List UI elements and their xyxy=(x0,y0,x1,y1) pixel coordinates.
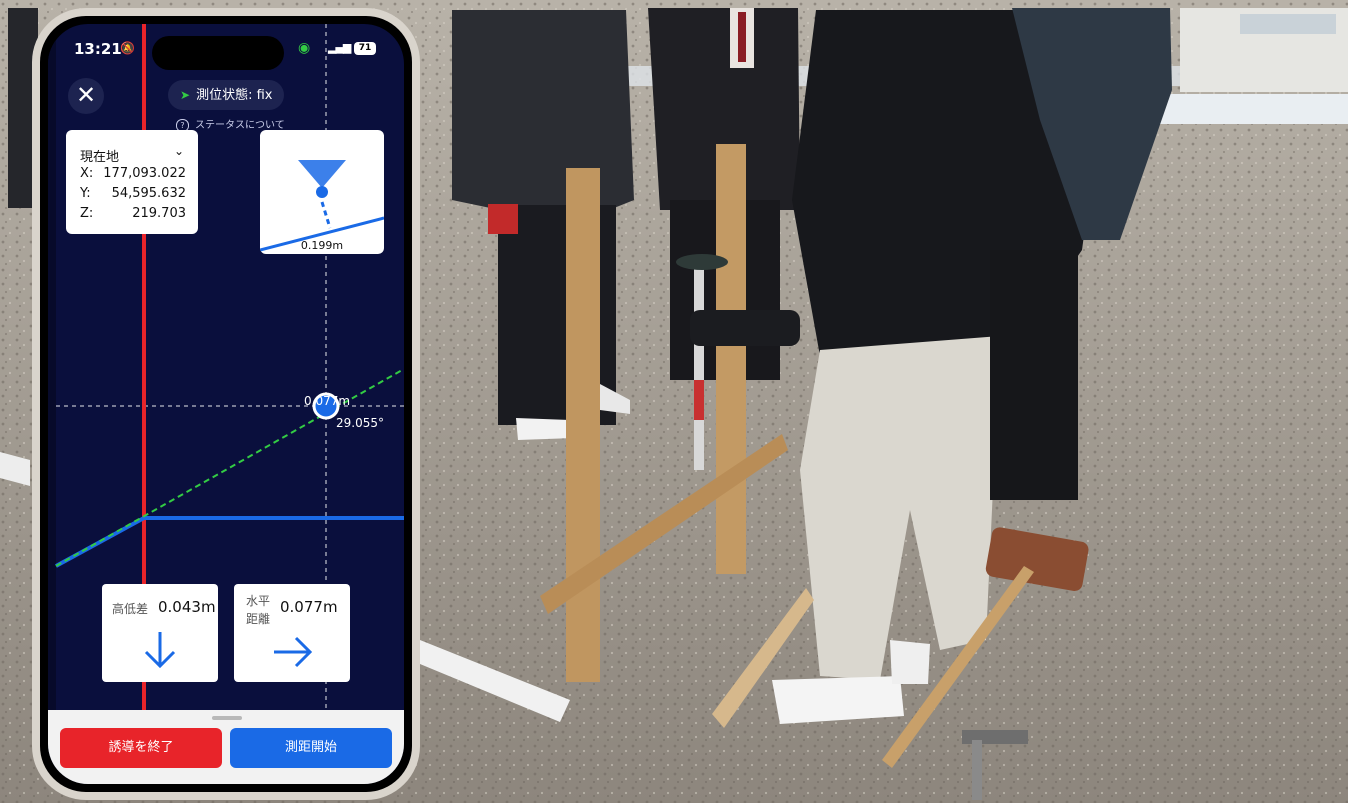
coord-y-value: 54,595.632 xyxy=(111,186,186,201)
sheet-grabber[interactable] xyxy=(212,716,242,720)
app-screen: 0.077m 29.055° 13:21 🔕 ◉ ▂▄▆ 71 ✕ ➤ 測位状態:… xyxy=(48,24,404,784)
silent-bell-icon: 🔕 xyxy=(120,41,135,55)
phone-bezel: 0.077m 29.055° 13:21 🔕 ◉ ▂▄▆ 71 ✕ ➤ 測位状態:… xyxy=(40,16,412,792)
close-button[interactable]: ✕ xyxy=(68,78,104,114)
height-diff-card: 高低差 0.043m xyxy=(102,584,218,682)
height-diff-value: 0.043m xyxy=(158,598,216,616)
horizontal-distance-value: 0.077m xyxy=(280,598,338,616)
horizontal-distance-card: 水平距離 0.077m xyxy=(234,584,350,682)
coord-z-label: Z: xyxy=(80,206,94,221)
battery-indicator: 71 xyxy=(354,42,376,55)
signal-icon: ▂▄▆ xyxy=(328,41,351,54)
angle-label: 29.055° xyxy=(336,416,384,430)
level-indicator-graphic xyxy=(260,160,384,252)
current-position-title: 現在地 xyxy=(80,150,120,165)
height-diff-label: 高低差 xyxy=(112,602,149,616)
horizontal-distance-label: 水平距離 xyxy=(246,594,271,626)
coord-x-value: 177,093.022 xyxy=(103,166,186,181)
level-indicator-card: 0.199m xyxy=(260,130,384,254)
coord-y-label: Y: xyxy=(80,186,91,201)
distance-label: 0.077m xyxy=(304,394,351,408)
coord-x-label: X: xyxy=(80,166,94,181)
navigation-arrow-icon: ➤ xyxy=(180,88,191,102)
current-position-card[interactable]: 現在地 ⌄ X: 177,093.022 Y: 54,595.632 Z: 21… xyxy=(66,130,198,234)
end-guidance-button[interactable]: 誘導を終了 xyxy=(60,728,222,768)
phone-frame: 0.077m 29.055° 13:21 🔕 ◉ ▂▄▆ 71 ✕ ➤ 測位状態:… xyxy=(32,8,420,800)
level-value: 0.199m xyxy=(300,239,344,252)
bottom-action-sheet: 誘導を終了 測距開始 xyxy=(48,710,404,784)
arrow-down-icon xyxy=(144,632,176,669)
dynamic-island xyxy=(152,36,284,70)
coord-z-value: 219.703 xyxy=(132,206,186,221)
start-measure-button[interactable]: 測距開始 xyxy=(230,728,392,768)
arrow-right-icon xyxy=(274,636,313,668)
gnss-status-text: 測位状態: fix xyxy=(196,88,273,103)
location-active-icon: ◉ xyxy=(298,40,311,56)
chevron-down-icon[interactable]: ⌄ xyxy=(174,144,184,158)
status-time: 13:21 xyxy=(74,40,122,58)
gnss-status-pill: ➤ 測位状態: fix xyxy=(168,80,285,110)
